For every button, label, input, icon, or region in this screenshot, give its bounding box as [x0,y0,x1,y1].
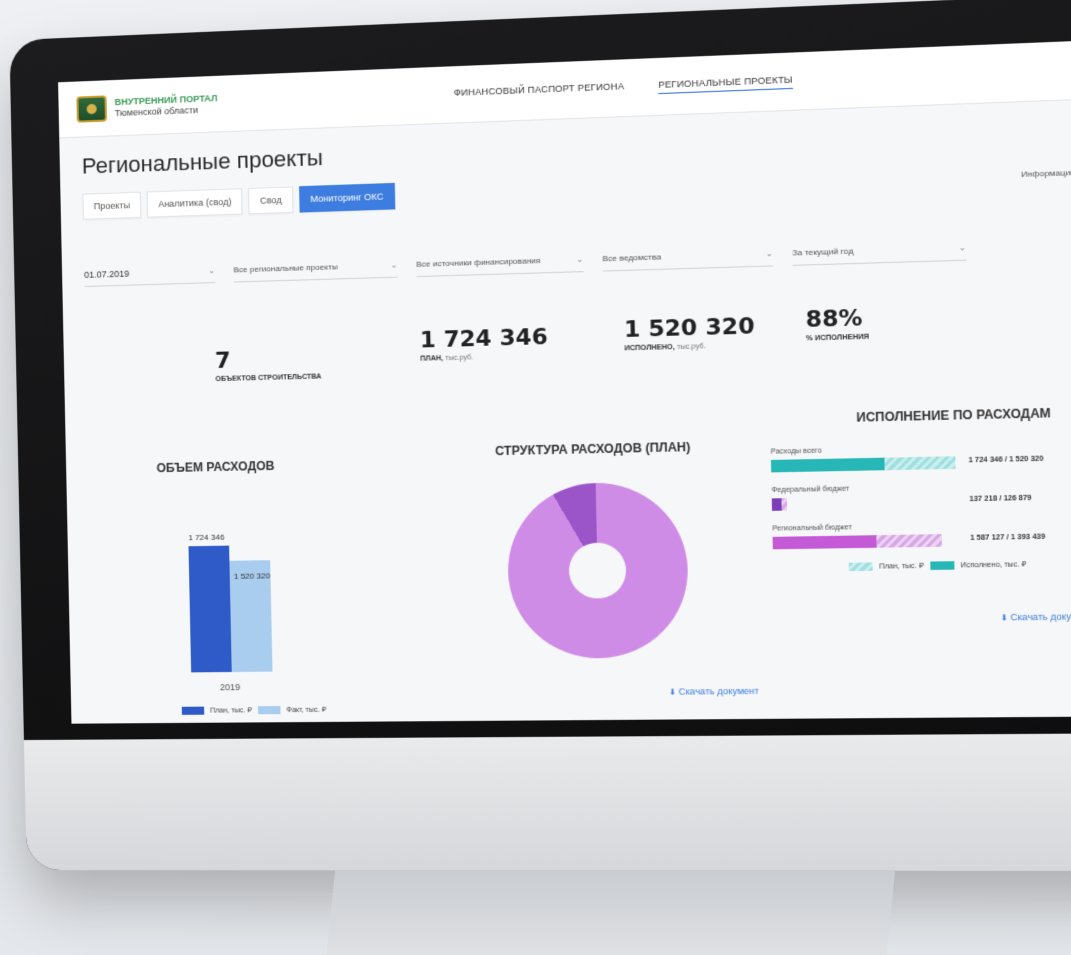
kpi-done-unit: тыс.руб. [676,343,706,352]
download-execution-link[interactable]: Скачать докум [1000,611,1071,622]
chevron-down-icon: ⌄ [208,265,216,276]
download-structure-link[interactable]: Скачать документ [669,686,759,697]
structure-title: СТРУКТУРА РАСХОДОВ (ПЛАН) [494,439,691,459]
legend-exec-done-swatch [930,561,955,570]
portal-logo[interactable]: ВНУТРЕННИЙ ПОРТАЛ Тюменской области [76,90,217,123]
kpi-percent: 88% % ИСПОЛНЕНИЯ [805,305,870,343]
exec-label-federal: Федеральный бюджет [771,485,850,495]
tabs: Проекты Аналитика (свод) Свод Мониторинг… [82,182,396,220]
chevron-down-icon: ⌄ [765,248,774,259]
legend-exec-plan-label: План, тыс. ₽ [879,562,924,571]
kpi-plan-label: ПЛАН, [420,355,444,363]
kpi-objects: 7 ОБЪЕКТОВ СТРОИТЕЛЬСТВА [215,346,322,383]
execution-legend: План, тыс. ₽ Исполнено, тыс. ₽ [848,559,1071,572]
kpi-done-value: 1 520 320 [623,313,755,344]
nav-regional-projects[interactable]: РЕГИОНАЛЬНЫЕ ПРОЕКТЫ [658,73,794,94]
sources-filter-value: Все источники финансирования [416,255,541,269]
tab-projects[interactable]: Проекты [82,191,142,220]
kpi-done-label: ИСПОЛНЕНО, [624,343,675,353]
exec-row-regional: Региональный бюджет 1 587 127 / 1 393 43… [772,520,1071,550]
bar-plan-label: 1 724 346 [188,533,225,543]
exec-value-total: 1 724 346 / 1 520 320 [968,455,1044,465]
legend-fact-swatch [257,706,281,715]
page-title: Региональные проекты [81,144,324,179]
exec-done-bar-federal [771,498,782,511]
monitor-stand [324,870,896,955]
volume-title: ОБЪЕМ РАСХОДОВ [156,458,275,476]
exec-label-regional: Региональный бюджет [772,524,852,533]
kpi-percent-value: 88% [805,305,863,334]
execution-chart: Расходы всего 1 724 346 / 1 520 320 Феде… [771,442,1071,572]
execution-title: ИСПОЛНЕНИЕ ПО РАСХОДАМ [856,405,1051,425]
chevron-down-icon: ⌄ [390,260,398,270]
info-date: Информация на 12.12. [1020,166,1071,180]
main-nav: ФИНАНСОВЫЙ ПАСПОРТ РЕГИОНА РЕГИОНАЛЬНЫЕ … [454,73,794,102]
kpi-objects-value: 7 [214,348,231,375]
legend-plan-swatch [181,706,205,715]
bar-fact-label: 1 520 320 [233,571,271,582]
legend-exec-plan-swatch [848,562,873,572]
period-filter[interactable]: За текущий год ⌄ [792,242,967,266]
chevron-down-icon: ⌄ [958,242,967,253]
bar-plan-2019 [188,546,232,673]
region-crest-icon [76,94,107,123]
tab-summary[interactable]: Свод [248,186,294,215]
projects-filter[interactable]: Все региональные проекты ⌄ [233,260,398,283]
exec-value-regional: 1 587 127 / 1 393 439 [970,533,1046,543]
x-tick-2019: 2019 [219,682,241,693]
exec-done-bar-regional [772,535,877,550]
structure-donut-chart [475,451,721,690]
agencies-filter-value: Все ведомства [602,252,662,264]
projects-filter-value: Все региональные проекты [233,262,338,275]
kpi-plan-value: 1 724 346 [419,324,548,354]
date-filter[interactable]: 01.07.2019 ⌄ [84,265,216,287]
kpi-plan-unit: тыс.руб. [445,354,474,363]
exec-done-bar-total [770,457,885,473]
legend-plan-label: План, тыс. ₽ [210,707,252,715]
kpi-done: 1 520 320 ИСПОЛНЕНО, тыс.руб. [624,314,755,353]
volume-legend: План, тыс. ₽ Факт, тыс. ₽ [181,706,327,715]
exec-value-federal: 137 218 / 126 879 [969,494,1032,504]
donut-hole [558,532,637,609]
chevron-down-icon: ⌄ [576,254,584,265]
volume-bar-chart: 1 724 346 1 520 320 2019 [188,519,314,693]
monitor: ВНУТРЕННИЙ ПОРТАЛ Тюменской области ФИНА… [9,0,1071,871]
monitor-chin [23,732,1071,871]
kpi-plan: 1 724 346 ПЛАН, тыс.руб. [420,325,549,363]
tab-monitoring[interactable]: Мониторинг ОКС [298,182,396,213]
kpi-percent-label: % ИСПОЛНЕНИЯ [805,333,870,343]
filters: 01.07.2019 ⌄ Все региональные проекты ⌄ … [84,239,1071,287]
top-bar: ВНУТРЕННИЙ ПОРТАЛ Тюменской области ФИНА… [58,39,1071,139]
period-filter-value: За текущий год [792,246,854,258]
nav-financial-passport[interactable]: ФИНАНСОВЫЙ ПАСПОРТ РЕГИОНА [454,80,625,101]
kpi-objects-label: ОБЪЕКТОВ СТРОИТЕЛЬСТВА [215,373,322,384]
legend-exec-done-label: Исполнено, тыс. ₽ [960,561,1027,570]
date-filter-value: 01.07.2019 [84,268,130,280]
exec-row-federal: Федеральный бюджет 137 218 / 126 879 [772,481,1071,511]
legend-fact-label: Факт, тыс. ₽ [286,706,327,715]
agencies-filter[interactable]: Все ведомства ⌄ [602,248,774,272]
exec-label-total: Расходы всего [770,447,822,456]
screen: ВНУТРЕННИЙ ПОРТАЛ Тюменской области ФИНА… [58,39,1071,724]
exec-row-total: Расходы всего 1 724 346 / 1 520 320 [771,442,1071,473]
sources-filter[interactable]: Все источники финансирования ⌄ [416,254,584,278]
tab-analytics[interactable]: Аналитика (свод) [146,188,243,218]
